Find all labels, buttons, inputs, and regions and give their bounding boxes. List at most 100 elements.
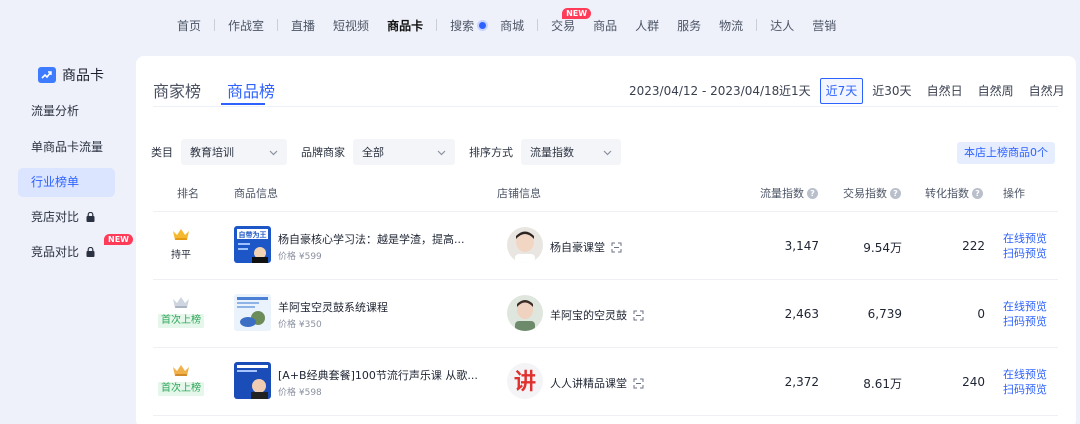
period-1d[interactable]: 近1天: [773, 78, 817, 104]
product-thumbnail[interactable]: 自带为王: [234, 226, 271, 263]
sidebar-item-competitor-product[interactable]: 竞品对比 NEW: [18, 234, 133, 268]
nav-short-video[interactable]: 短视频: [324, 17, 378, 34]
traffic-index: 2,463: [784, 307, 819, 321]
sidebar-item-label: 单商品卡流量: [31, 140, 104, 154]
main-panel: 商家榜 商品榜 2023/04/12 - 2023/04/18 近1天 近7天 …: [136, 56, 1076, 424]
sidebar-item-industry-ranking[interactable]: 行业榜单: [18, 168, 115, 197]
scan-preview-link[interactable]: 扫码预览: [1003, 382, 1047, 397]
product-title[interactable]: 羊阿宝空灵鼓系统课程: [278, 299, 388, 315]
category-select[interactable]: 教育培训: [181, 139, 287, 165]
rank-status-flat: 持平: [171, 250, 191, 261]
nav-divider: [436, 19, 438, 31]
help-icon[interactable]: ?: [890, 187, 901, 199]
nav-product-card[interactable]: 商品卡: [378, 17, 432, 34]
sort-select[interactable]: 流量指数: [521, 139, 621, 165]
help-icon[interactable]: ?: [807, 187, 818, 199]
header-traffic: 流量指数?: [760, 185, 818, 201]
shop-name-label: 杨自豪课堂: [550, 241, 605, 254]
table-row: 持平 自带为王 杨自豪核心学习法：越是学渣，提高... 价格 ¥599 杨自豪课…: [153, 212, 1058, 280]
nav-home[interactable]: 首页: [168, 17, 210, 34]
product-thumbnail[interactable]: [234, 294, 271, 331]
thumb-text: 自带为王: [239, 230, 267, 239]
shop-avatar[interactable]: 讲: [507, 363, 543, 399]
online-preview-link[interactable]: 在线预览: [1003, 367, 1047, 382]
trade-index: 9.54万: [863, 241, 902, 255]
rank-cell: 首次上榜: [153, 364, 209, 396]
table-header: 排名 商品信息 店铺信息 流量指数? 交易指数? 转化指数? 操作: [153, 185, 1058, 211]
period-natural-day[interactable]: 自然日: [921, 78, 969, 104]
shop-name[interactable]: 人人讲精品课堂: [550, 375, 644, 392]
shop-name[interactable]: 羊阿宝的空灵鼓: [550, 307, 644, 324]
sidebar-item-label: 竞品对比: [31, 245, 80, 259]
row-actions: 在线预览 扫码预览: [1003, 367, 1047, 397]
filter-bar: 类目 教育培训 品牌商家 全部 排序方式 流量指数: [151, 139, 635, 165]
shop-name-label: 羊阿宝的空灵鼓: [550, 309, 627, 322]
new-badge: NEW: [104, 234, 133, 245]
nav-live[interactable]: 直播: [282, 17, 324, 34]
sort-value: 流量指数: [530, 146, 574, 159]
trade-index: 8.61万: [863, 377, 902, 391]
rank-cell: 持平: [153, 228, 209, 261]
sidebar-item-label: 行业榜单: [31, 175, 80, 189]
period-30d[interactable]: 近30天: [866, 78, 917, 104]
chevron-down-icon: [603, 146, 612, 159]
nav-divider: [756, 19, 758, 31]
header-shop: 店铺信息: [497, 187, 541, 200]
nav-mall[interactable]: 商城: [500, 17, 533, 34]
traffic-index: 2,372: [784, 375, 819, 389]
active-tab-indicator: [221, 103, 265, 105]
date-range[interactable]: 2023/04/12 - 2023/04/18: [629, 84, 779, 98]
trend-chart-icon: [38, 67, 56, 83]
nav-goods[interactable]: 商品: [584, 17, 626, 34]
qr-scan-icon[interactable]: [633, 378, 644, 392]
brand-label: 品牌商家: [301, 146, 345, 159]
brand-select[interactable]: 全部: [353, 139, 455, 165]
top-nav: 首页 作战室 直播 短视频 商品卡 搜索 商城 交易 NEW 商品 人群 服务 物…: [0, 0, 1080, 50]
trade-index: 6,739: [867, 307, 902, 321]
table-row: 首次上榜 [A+B经典套餐]100节流行声乐课 从歌... 价格 ¥598 讲 …: [153, 348, 1058, 416]
sort-label: 排序方式: [469, 146, 513, 159]
product-price: 价格 ¥599: [278, 252, 322, 262]
scan-preview-link[interactable]: 扫码预览: [1003, 246, 1047, 261]
period-natural-week[interactable]: 自然周: [972, 78, 1020, 104]
period-7d[interactable]: 近7天: [819, 78, 864, 104]
online-preview-link[interactable]: 在线预览: [1003, 299, 1047, 314]
table-row: 首次上榜 羊阿宝空灵鼓系统课程 价格 ¥350 羊阿宝的空灵鼓 2,463 6,…: [153, 280, 1058, 348]
product-title[interactable]: [A+B经典套餐]100节流行声乐课 从歌...: [278, 367, 478, 383]
nav-service[interactable]: 服务: [668, 17, 710, 34]
nav-trade[interactable]: 交易 NEW: [542, 7, 592, 34]
nav-marketing[interactable]: 营销: [803, 17, 845, 34]
header-conversion: 转化指数?: [925, 185, 983, 201]
shop-avatar[interactable]: [507, 295, 543, 331]
tab-merchant-ranking[interactable]: 商家榜: [153, 78, 201, 102]
qr-scan-icon[interactable]: [633, 310, 644, 324]
category-label: 类目: [151, 146, 173, 159]
sidebar-brand: 商品卡: [38, 65, 104, 85]
shop-name[interactable]: 杨自豪课堂: [550, 239, 622, 256]
tab-product-ranking[interactable]: 商品榜: [227, 78, 275, 102]
conversion-index: 0: [977, 307, 985, 321]
lock-icon: [86, 239, 95, 268]
header-trade: 交易指数?: [843, 185, 901, 201]
product-thumbnail[interactable]: [234, 362, 271, 399]
nav-crowd[interactable]: 人群: [626, 17, 668, 34]
shop-avatar[interactable]: [507, 227, 543, 263]
category-value: 教育培训: [190, 146, 234, 159]
nav-logistics[interactable]: 物流: [710, 17, 752, 34]
store-ranked-products-button[interactable]: 本店上榜商品0个: [957, 142, 1055, 164]
sidebar-item-single-card-traffic[interactable]: 单商品卡流量: [18, 133, 115, 162]
nav-war-room[interactable]: 作战室: [219, 17, 273, 34]
period-natural-month[interactable]: 自然月: [1023, 78, 1071, 104]
sidebar-item-competitor-store[interactable]: 竞店对比: [18, 203, 115, 232]
help-icon[interactable]: ?: [972, 187, 983, 199]
scan-preview-link[interactable]: 扫码预览: [1003, 314, 1047, 329]
qr-scan-icon[interactable]: [611, 242, 622, 256]
product-title[interactable]: 杨自豪核心学习法：越是学渣，提高...: [278, 231, 465, 247]
lock-icon: [86, 204, 95, 233]
nav-search[interactable]: 搜索: [441, 17, 500, 34]
sidebar-item-traffic-analysis[interactable]: 流量分析: [18, 97, 115, 126]
nav-influencer[interactable]: 达人: [761, 17, 803, 34]
silver-crown-icon: [153, 296, 209, 312]
online-preview-link[interactable]: 在线预览: [1003, 231, 1047, 246]
header-rank: 排名: [177, 187, 199, 200]
